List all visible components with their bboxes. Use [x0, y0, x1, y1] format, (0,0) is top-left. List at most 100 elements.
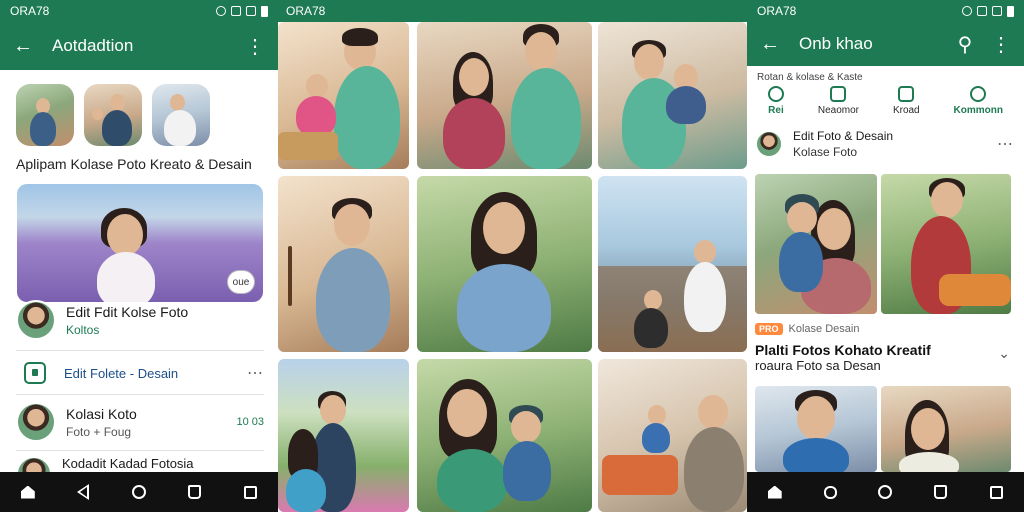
circle-home-icon[interactable] [875, 482, 895, 502]
post-photo-boy[interactable] [755, 386, 877, 472]
list-item-kolasi-koto[interactable]: Kolasi Koto Foto + Foug 10 03 [0, 400, 278, 444]
vibrate-icon [992, 6, 1002, 16]
app-title: Onb khao [799, 34, 873, 53]
left-phone-screen: ORA78 ← Aotdadtion ⋮ Aplipam Kolase Poto… [0, 0, 278, 512]
list-item-partial[interactable]: Kodadit Kadad Fotosia [0, 456, 278, 472]
image-icon [830, 86, 847, 102]
people-icon [970, 86, 987, 102]
post-headline: Plalti Fotos Kohato Kreatif [755, 342, 931, 358]
grid-photo-dad-baby[interactable] [598, 22, 747, 169]
more-vert-icon[interactable]: ⋮ [244, 35, 266, 58]
navigation-bar [747, 472, 1024, 512]
circle-home-icon[interactable] [129, 482, 149, 502]
grid-photo-family-table[interactable] [278, 22, 409, 169]
divider [16, 450, 264, 451]
search-icon[interactable]: ⚲ [954, 33, 976, 56]
thumbnail-strip [16, 84, 210, 146]
status-icons [216, 5, 268, 17]
list-item-subtitle: Foto + Foug [66, 424, 132, 439]
app-bar: ← Onb khao ⚲ ⋮ [747, 22, 1024, 66]
post-photo-boy-vegetables[interactable] [881, 174, 1011, 314]
action-kroad[interactable]: Kroad [893, 86, 920, 116]
recents-icon[interactable] [240, 482, 260, 502]
avatar [16, 402, 56, 442]
edit-icon [898, 86, 915, 102]
action-rei[interactable]: Rei [767, 86, 784, 116]
grid-photo-woman-eating[interactable] [417, 176, 592, 352]
divider [16, 394, 264, 395]
hero-badge[interactable]: oue [227, 270, 255, 294]
thumbnail-photo-1[interactable] [16, 84, 74, 146]
grid-photo-mother-baby[interactable] [417, 359, 592, 512]
more-vert-icon[interactable]: ⋮ [990, 33, 1012, 56]
list-item-edit-desain[interactable]: Edit Folete - Desain ⋯ [0, 359, 278, 387]
lock-icon [24, 362, 46, 384]
post-title: Edit Foto & Desain [793, 129, 894, 143]
avatar [16, 300, 56, 340]
back-icon[interactable] [73, 482, 93, 502]
action-label: Rei [768, 105, 784, 116]
status-time: ORA78 [757, 4, 797, 18]
list-item-title: Kolasi Koto [66, 405, 137, 422]
thumbnail-photo-2[interactable] [84, 84, 142, 146]
signal-icon [246, 6, 256, 16]
list-item-time: 10 03 [236, 416, 264, 428]
grid-photo-couple[interactable] [417, 22, 592, 169]
post-photo-woman[interactable] [881, 386, 1011, 472]
list-item-subtitle: Koltos [66, 322, 100, 337]
grid-photo-boy-candle[interactable] [278, 176, 409, 352]
copy-icon [767, 86, 784, 102]
status-icons [962, 5, 1014, 17]
status-time: ORA78 [286, 4, 326, 18]
status-bar: ORA78 [0, 0, 278, 22]
list-item-title: Edit Fdit Kolse Foto [66, 303, 189, 320]
section-label: Rotan & kolase & Kaste [757, 72, 863, 83]
thumbnail-photo-3[interactable] [152, 84, 210, 146]
bookmark-icon[interactable] [185, 482, 205, 502]
back-arrow-icon[interactable]: ← [759, 33, 781, 55]
app-bar: ← Aotdadtion ⋮ [0, 22, 278, 70]
status-bar: ORA78 [747, 0, 1024, 22]
more-horiz-icon[interactable]: ⋯ [247, 363, 264, 383]
action-label: Kroad [892, 105, 920, 116]
avatar [16, 456, 52, 472]
post-photo-mother-baby[interactable] [755, 174, 877, 314]
action-kommonn[interactable]: Kommonn [954, 86, 1003, 116]
bookmark-icon[interactable] [931, 482, 951, 502]
tag-label: Kolase Desain [788, 323, 860, 335]
chevron-down-icon[interactable]: ⌄ [998, 345, 1010, 362]
list-item-title: Edit Folete - Desain [64, 365, 179, 381]
action-bar: Rei Neaomor Kroad Kommonn [747, 86, 1024, 116]
action-neaomor[interactable]: Neaomor [818, 86, 859, 116]
navigation-bar [0, 472, 278, 512]
hero-photo[interactable]: oue [17, 184, 263, 302]
signal-icon [977, 6, 987, 16]
post-subtitle: Kolase Foto [793, 145, 858, 159]
grid-photo-kids-market[interactable] [598, 359, 747, 512]
photo-grid-screen: ORA78 [278, 0, 747, 512]
chat-icon[interactable] [820, 482, 840, 502]
wifi-icon [962, 6, 972, 16]
home-icon[interactable] [765, 482, 785, 502]
action-label: Neaomor [817, 105, 860, 116]
alarm-icon [216, 6, 226, 16]
action-label: Kommonn [953, 105, 1003, 116]
status-bar: ORA78 [278, 0, 747, 22]
recents-icon[interactable] [986, 482, 1006, 502]
app-title: Aotdadtion [52, 36, 134, 55]
grid-photo-pier[interactable] [598, 176, 747, 352]
right-phone-screen: ORA78 ← Onb khao ⚲ ⋮ Rotan & kolase & Ka… [747, 0, 1024, 512]
list-item-edit-kolase[interactable]: Edit Fdit Kolse Foto Koltos [0, 298, 278, 342]
avatar [755, 130, 783, 158]
post-description: roaura Foto sa Desan [755, 358, 881, 373]
divider [16, 350, 264, 351]
wifi-icon [231, 6, 241, 16]
battery-icon [1007, 5, 1014, 17]
status-time: ORA78 [10, 4, 50, 18]
page-heading: Aplipam Kolase Poto Kreato & Desain [16, 156, 252, 172]
back-arrow-icon[interactable]: ← [12, 35, 34, 57]
more-horiz-icon[interactable]: ⋯ [997, 134, 1014, 154]
post-header[interactable]: Edit Foto & Desain Kolase Foto ⋯ [755, 128, 1014, 160]
grid-photo-picnic[interactable] [278, 359, 409, 512]
home-icon[interactable] [18, 482, 38, 502]
